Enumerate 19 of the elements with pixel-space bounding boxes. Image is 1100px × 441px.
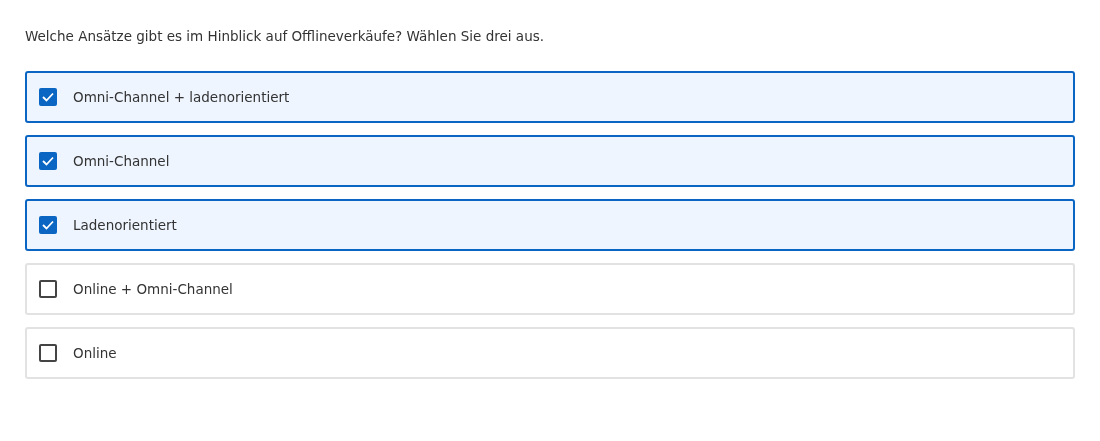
question-text: Welche Ansätze gibt es im Hinblick auf Offlineverkäufe? Wählen Sie drei aus. [25, 27, 545, 46]
option-label: Online + Omni-Channel [73, 280, 233, 300]
checkbox[interactable] [39, 216, 57, 235]
answer-option[interactable]: Online [25, 327, 1075, 380]
checkbox[interactable] [39, 88, 57, 107]
option-label: Omni-Channel [73, 152, 170, 172]
check-icon [42, 220, 54, 231]
option-label: Online [73, 344, 117, 364]
check-icon [42, 92, 54, 103]
checkbox[interactable] [39, 152, 57, 171]
checkbox[interactable] [39, 344, 57, 363]
answer-option[interactable]: Omni-Channel + ladenorientiert [25, 71, 1075, 124]
option-label: Ladenorientiert [73, 216, 177, 236]
answer-option[interactable]: Ladenorientiert [25, 199, 1075, 252]
checkbox[interactable] [39, 280, 57, 299]
answer-option[interactable]: Omni-Channel [25, 135, 1075, 188]
option-label: Omni-Channel + ladenorientiert [73, 88, 290, 108]
check-icon [42, 156, 54, 167]
answer-option[interactable]: Online + Omni-Channel [25, 263, 1075, 316]
